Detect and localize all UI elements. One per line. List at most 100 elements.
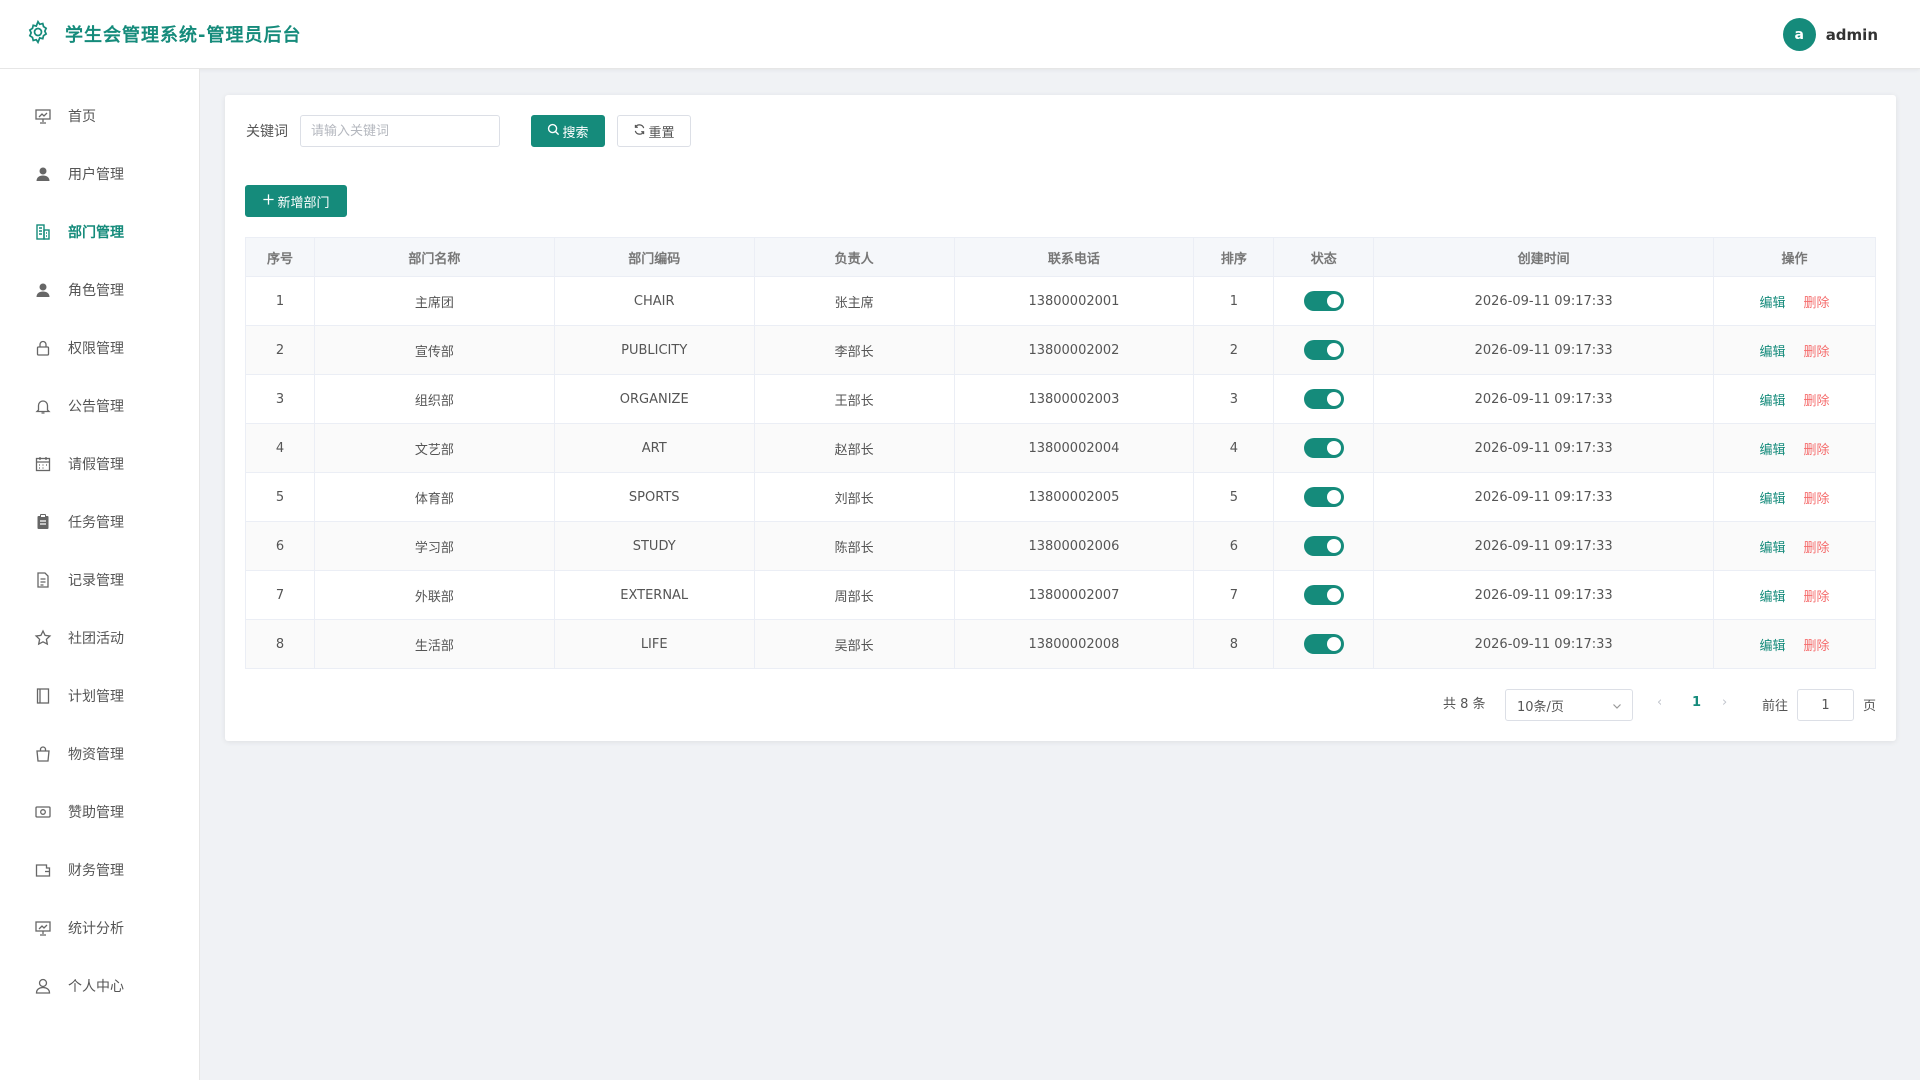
cell-status	[1273, 619, 1375, 669]
cell-created: 2026-09-11 09:17:33	[1373, 619, 1715, 669]
sidebar-item-departments[interactable]: 部门管理	[0, 203, 199, 261]
add-department-button[interactable]: 新增部门	[245, 185, 347, 217]
sidebar-item-announcements[interactable]: 公告管理	[0, 377, 199, 435]
sidebar-item-club-activities[interactable]: 社团活动	[0, 609, 199, 667]
status-toggle[interactable]	[1303, 634, 1344, 654]
status-toggle[interactable]	[1303, 487, 1344, 507]
status-toggle[interactable]	[1303, 340, 1344, 360]
cell-leader: 李部长	[753, 325, 955, 375]
cell-status	[1273, 423, 1375, 473]
goto-label: 前往	[1762, 699, 1789, 714]
cell-phone: 13800002002	[953, 325, 1195, 375]
sidebar-item-sponsorship[interactable]: 赞助管理	[0, 783, 199, 841]
sidebar-item-users[interactable]: 用户管理	[0, 145, 199, 203]
column-header[interactable]: 联系电话	[953, 237, 1195, 277]
lock-icon	[34, 339, 52, 357]
toggle-knob	[1326, 637, 1341, 651]
cell-created: 2026-09-11 09:17:33	[1373, 472, 1715, 522]
cell-status	[1273, 325, 1375, 375]
status-toggle[interactable]	[1303, 585, 1344, 605]
edit-link[interactable]: 编辑	[1760, 541, 1786, 556]
user-icon	[34, 281, 52, 299]
cell-phone: 13800002006	[953, 521, 1195, 571]
cell-code: ORGANIZE	[553, 374, 755, 424]
cell-actions: 编辑 删除	[1713, 374, 1876, 424]
delete-link[interactable]: 删除	[1804, 345, 1830, 360]
cell-index: 8	[245, 619, 315, 669]
column-header[interactable]: 创建时间	[1373, 237, 1715, 277]
column-header[interactable]: 操作	[1713, 237, 1876, 277]
delete-link[interactable]: 删除	[1804, 296, 1830, 311]
column-header[interactable]: 部门编码	[553, 237, 755, 277]
edit-link[interactable]: 编辑	[1760, 492, 1786, 507]
user-menu[interactable]: a admin	[1782, 18, 1878, 51]
cell-created: 2026-09-11 09:17:33	[1373, 521, 1715, 571]
column-header[interactable]: 负责人	[753, 237, 955, 277]
column-header[interactable]: 状态	[1273, 237, 1375, 277]
cell-name: 主席团	[313, 276, 555, 326]
cell-phone: 13800002001	[953, 276, 1195, 326]
column-header[interactable]: 排序	[1193, 237, 1275, 277]
status-toggle[interactable]	[1303, 291, 1344, 311]
sidebar-item-leave[interactable]: 请假管理	[0, 435, 199, 493]
delete-link[interactable]: 删除	[1804, 590, 1830, 605]
cell-name: 生活部	[313, 619, 555, 669]
sidebar-item-records[interactable]: 记录管理	[0, 551, 199, 609]
cell-code: STUDY	[553, 521, 755, 571]
search-button[interactable]: 搜索	[531, 115, 605, 147]
cell-name: 宣传部	[313, 325, 555, 375]
delete-link[interactable]: 删除	[1804, 492, 1830, 507]
edit-link[interactable]: 编辑	[1760, 590, 1786, 605]
status-toggle[interactable]	[1303, 438, 1344, 458]
edit-link[interactable]: 编辑	[1760, 443, 1786, 458]
sidebar-item-materials[interactable]: 物资管理	[0, 725, 199, 783]
edit-link[interactable]: 编辑	[1760, 345, 1786, 360]
top-header: 学生会管理系统-管理员后台 a admin	[0, 0, 1920, 69]
sidebar-item-permissions[interactable]: 权限管理	[0, 319, 199, 377]
cell-created: 2026-09-11 09:17:33	[1373, 423, 1715, 473]
table-row: 8 生活部 LIFE 吴部长 13800002008 8 2026-09-11 …	[245, 619, 1876, 669]
sidebar-item-tasks[interactable]: 任务管理	[0, 493, 199, 551]
sidebar-item-plans[interactable]: 计划管理	[0, 667, 199, 725]
prev-page-button[interactable]: ‹	[1657, 695, 1662, 710]
sidebar-item-statistics[interactable]: 统计分析	[0, 899, 199, 957]
sidebar-item-label: 请假管理	[68, 457, 124, 473]
status-toggle[interactable]	[1303, 536, 1344, 556]
pagination-total: 共 8 条	[1443, 697, 1486, 712]
sidebar-item-home[interactable]: 首页	[0, 87, 199, 145]
delete-link[interactable]: 删除	[1804, 443, 1830, 458]
content-card: 关键词 搜索 重置 新增部门 序号 部门名称 部门编码 负责人 联系电话 排序 …	[225, 95, 1896, 741]
username[interactable]: admin	[1826, 26, 1878, 44]
sidebar-item-label: 记录管理	[68, 573, 124, 589]
status-toggle[interactable]	[1303, 389, 1344, 409]
sidebar-item-profile[interactable]: 个人中心	[0, 957, 199, 1015]
cell-code: EXTERNAL	[553, 570, 755, 620]
column-header[interactable]: 序号	[245, 237, 315, 277]
goto-page-input[interactable]	[1797, 689, 1854, 721]
page-size-select[interactable]: 10条/页	[1505, 689, 1633, 721]
cell-code: SPORTS	[553, 472, 755, 522]
next-page-button[interactable]: ›	[1722, 695, 1727, 710]
cell-phone: 13800002008	[953, 619, 1195, 669]
cell-code: PUBLICITY	[553, 325, 755, 375]
cell-actions: 编辑 删除	[1713, 423, 1876, 473]
sidebar-item-roles[interactable]: 角色管理	[0, 261, 199, 319]
edit-link[interactable]: 编辑	[1760, 639, 1786, 654]
keyword-search-input[interactable]	[300, 115, 500, 147]
cell-index: 7	[245, 570, 315, 620]
column-header[interactable]: 部门名称	[313, 237, 555, 277]
edit-link[interactable]: 编辑	[1760, 394, 1786, 409]
toggle-knob	[1326, 343, 1341, 357]
edit-link[interactable]: 编辑	[1760, 296, 1786, 311]
cell-created: 2026-09-11 09:17:33	[1373, 374, 1715, 424]
delete-link[interactable]: 删除	[1804, 639, 1830, 654]
reset-button[interactable]: 重置	[617, 115, 691, 147]
page-number-current[interactable]: 1	[1692, 695, 1701, 710]
sidebar-item-label: 统计分析	[68, 921, 124, 937]
avatar[interactable]: a	[1782, 18, 1816, 51]
toggle-knob	[1326, 392, 1341, 406]
delete-link[interactable]: 删除	[1804, 541, 1830, 556]
cell-index: 5	[245, 472, 315, 522]
sidebar-item-finance[interactable]: 财务管理	[0, 841, 199, 899]
delete-link[interactable]: 删除	[1804, 394, 1830, 409]
